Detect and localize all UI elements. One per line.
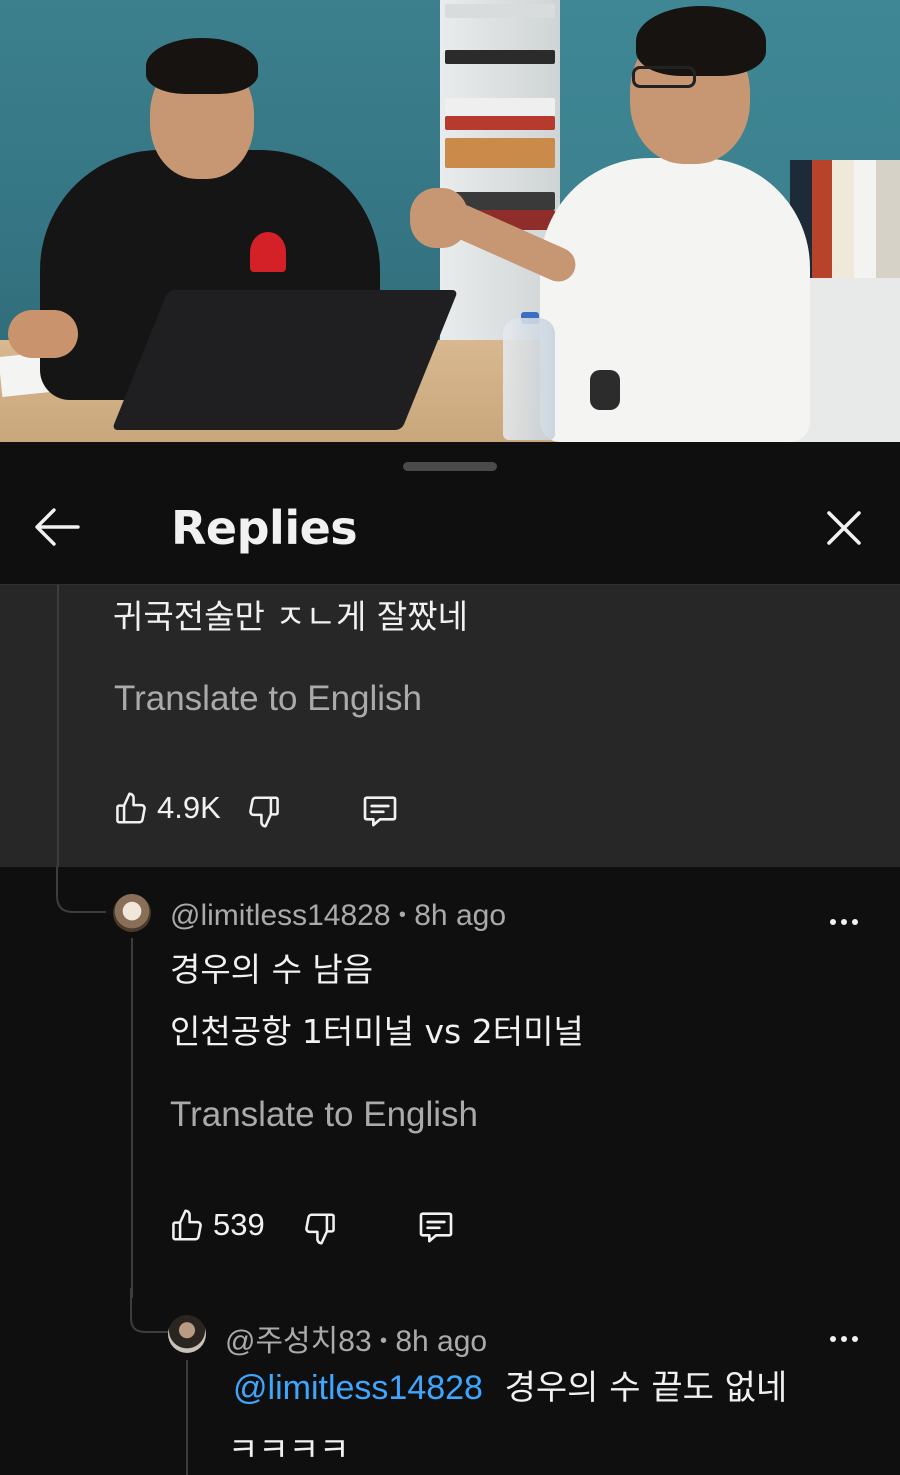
avatar[interactable] [113,894,151,932]
video-glasses [632,66,696,88]
thumbs-up-icon [116,792,146,824]
video-book [445,98,555,116]
video-person-left-hand [8,310,78,358]
reply-handle[interactable]: @limitless14828 [170,899,391,932]
video-player[interactable] [0,0,900,442]
video-laptop [111,290,459,430]
meta-separator: • [398,904,406,926]
reply-button[interactable] [415,1207,457,1247]
video-book [832,160,854,278]
translate-button[interactable]: Translate to English [170,1095,478,1135]
video-watch [590,370,620,410]
more-options-button[interactable] [824,902,864,942]
comment-text: 귀국전술만 ㅈㄴ게 잘짰네 [113,597,468,636]
reply-text-line: 인천공항 1터미널 vs 2터미널 [170,1012,584,1051]
reply-text: 경우의 수 끝도 없네 [504,1368,788,1408]
like-button[interactable]: 4.9K [113,789,221,827]
dislike-button[interactable] [244,793,282,831]
video-book [876,160,900,278]
more-options-button[interactable] [824,1319,864,1359]
close-button[interactable] [818,502,870,554]
mention-link[interactable]: @limitless14828 [233,1369,483,1407]
video-book [445,4,555,18]
dot-icon [830,1336,836,1342]
video-shirt-heart [250,232,286,272]
like-count: 4.9K [157,790,221,825]
meta-separator: • [379,1330,387,1352]
thumbs-down-icon [249,796,279,828]
reply-time: 8h ago [414,899,507,932]
reply-handle[interactable]: @주성치83 [225,1325,372,1358]
video-book [812,160,832,278]
reply-text-line: ㅋㅋㅋㅋ [228,1430,350,1469]
thumbs-up-icon [172,1209,202,1241]
replies-header: Replies [0,472,900,585]
reply-text-line: @limitless14828 경우의 수 끝도 없네 [233,1366,787,1410]
video-book [445,138,555,168]
video-person-right-shirt [540,158,810,442]
thread-line [131,938,133,1298]
avatar[interactable] [168,1315,206,1353]
thread-connector [130,1288,170,1333]
page-title: Replies [171,501,358,555]
comment-reply-icon [419,1212,453,1243]
video-book [445,116,555,130]
back-button[interactable] [30,500,84,554]
drag-handle[interactable] [403,462,497,471]
reply-time: 8h ago [395,1325,488,1358]
dot-icon [841,1336,847,1342]
dot-icon [830,919,836,925]
replies-sheet: Replies 귀국전술만 ㅈㄴ게 잘짰네 Translate to Engli… [0,442,900,1475]
video-book [854,160,876,278]
comment-reply-icon [363,796,397,827]
video-book [445,50,555,64]
translate-button[interactable]: Translate to English [114,679,422,719]
reply-meta: @limitless14828 • 8h ago [170,899,506,933]
dislike-button[interactable] [300,1210,338,1248]
thumbs-down-icon [305,1213,335,1245]
like-button[interactable]: 539 [169,1206,265,1244]
dot-icon [852,1336,858,1342]
like-count: 539 [213,1207,265,1242]
video-water-bottle [503,318,555,440]
reply-button[interactable] [359,791,401,831]
dot-icon [852,919,858,925]
thread-line [57,585,59,867]
dot-icon [841,919,847,925]
thread-connector [56,866,106,913]
reply-meta: @주성치83 • 8h ago [225,1316,487,1360]
arrow-left-icon [35,508,80,546]
parent-comment: 귀국전술만 ㅈㄴ게 잘짰네 Translate to English 4.9K [0,585,900,867]
thread-line [186,1360,188,1475]
video-person-left-hair [146,38,258,94]
close-icon [827,511,861,545]
reply-text-line: 경우의 수 남음 [170,950,374,989]
